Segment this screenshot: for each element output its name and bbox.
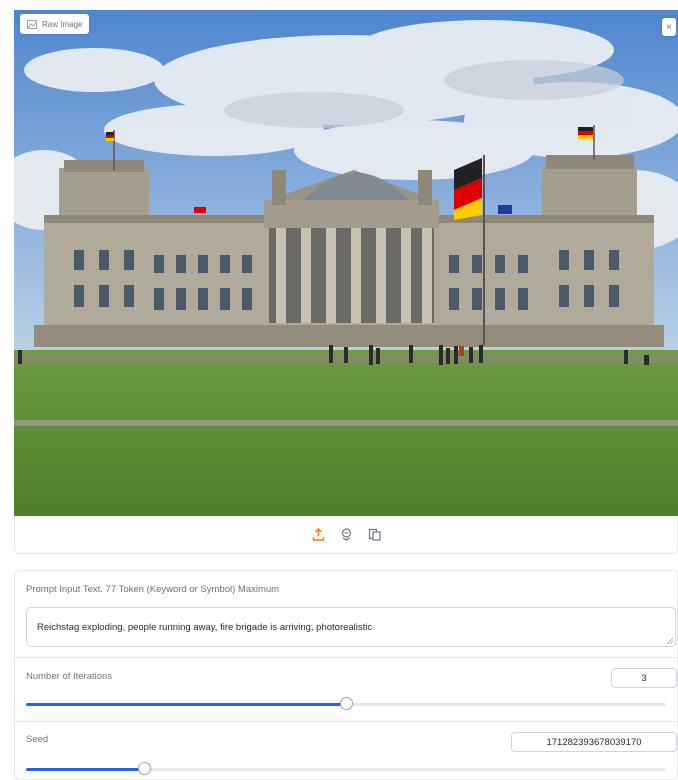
resize-handle-icon[interactable] xyxy=(667,638,673,644)
reichstag-photo xyxy=(14,10,678,516)
iterations-slider-fill xyxy=(26,703,346,706)
image-label-text: Raw Image xyxy=(42,19,83,29)
seed-number-input[interactable]: 171282393678039170 xyxy=(511,732,677,752)
image-output-panel: Raw Image × xyxy=(14,10,678,516)
seed-slider-thumb[interactable] xyxy=(138,762,152,775)
prompt-label: Prompt Input Text. 77 Token (Keyword or … xyxy=(26,584,280,595)
iterations-label: Number of Iterations xyxy=(26,671,113,682)
seed-slider[interactable] xyxy=(26,762,666,775)
divider xyxy=(15,657,677,658)
copy-icon[interactable] xyxy=(366,527,382,543)
image-label-badge: Raw Image xyxy=(20,14,90,34)
iterations-slider[interactable] xyxy=(26,697,666,710)
close-icon[interactable]: × xyxy=(662,18,676,36)
seed-slider-fill xyxy=(26,768,145,771)
iterations-slider-thumb[interactable] xyxy=(340,697,353,710)
image-action-bar xyxy=(14,516,678,554)
iterations-number-input[interactable]: 3 xyxy=(611,668,677,688)
prompt-value: Reichstag exploding, people running away… xyxy=(37,621,373,633)
divider xyxy=(15,721,677,722)
share-icon[interactable] xyxy=(338,527,354,543)
upload-icon[interactable] xyxy=(310,527,326,543)
image-icon xyxy=(27,19,37,29)
seed-label: Seed xyxy=(26,734,49,745)
prompt-textarea[interactable]: Reichstag exploding, people running away… xyxy=(26,607,676,647)
generation-form: Prompt Input Text. 77 Token (Keyword or … xyxy=(14,570,678,780)
